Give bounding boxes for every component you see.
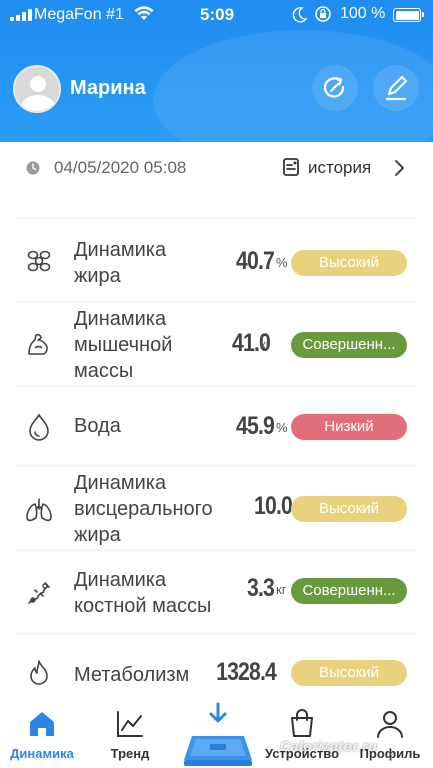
person-icon	[377, 711, 403, 738]
user-name: Марина	[70, 77, 146, 99]
battery-percent: 100 %	[340, 5, 386, 22]
metric-row-visceral-fat[interactable]: Динамика висцерального жира 10.0 Высокий	[16, 466, 417, 550]
metric-row-fat[interactable]: Динамика жира 40.7 % Высокий	[16, 219, 417, 301]
home-icon	[30, 712, 54, 736]
cellular-signal-icon	[10, 9, 32, 21]
edit-profile-button[interactable]	[373, 65, 419, 111]
metric-label: Динамика жира	[74, 239, 167, 287]
weigh-scale-button[interactable]	[182, 700, 254, 768]
water-drop-icon	[29, 413, 49, 441]
status-badge: Совершенн...	[291, 578, 407, 604]
metric-row-water[interactable]: Вода 45.9 % Низкий	[16, 387, 417, 465]
lungs-icon	[26, 498, 52, 522]
status-badge: Низкий	[291, 414, 407, 440]
metric-unit: кг	[276, 582, 287, 597]
clock-icon	[26, 161, 40, 175]
status-badge: Высокий	[291, 660, 407, 686]
metric-label: Динамика мышечной массы	[74, 308, 173, 382]
status-badge: Высокий	[291, 496, 407, 522]
carrier-name: MegaFon #1	[34, 6, 124, 23]
metric-value: 40.7	[236, 247, 275, 275]
chevron-right-icon[interactable]	[394, 158, 406, 178]
metric-label: Метаболизм	[74, 664, 190, 686]
fat-icon	[27, 250, 51, 272]
history-link[interactable]: история	[308, 158, 371, 178]
metric-label: Вода	[74, 415, 121, 437]
tab-dynamics[interactable]: Динамика	[2, 708, 82, 761]
metric-row-bone-mass[interactable]: Динамика костной массы 3.3 кг Совершенн.…	[16, 551, 417, 633]
trend-chart-icon	[117, 711, 143, 737]
download-arrow-icon	[209, 702, 227, 723]
measurement-datetime: 04/05/2020 05:08	[54, 158, 187, 177]
share-icon	[323, 76, 345, 98]
metric-unit: %	[276, 255, 288, 270]
muscle-icon	[28, 333, 48, 355]
status-badge: Высокий	[291, 250, 407, 276]
metric-value: 45.9	[236, 412, 275, 440]
avatar[interactable]	[13, 65, 61, 113]
metric-unit: кг	[260, 337, 271, 352]
watermark: Calorizator.ru	[280, 738, 378, 754]
metric-row-metabolism[interactable]: Метаболизм 1328.4 Высокий	[16, 634, 417, 698]
tab-trend[interactable]: Тренд	[90, 708, 170, 761]
metric-value: 3.3	[246, 574, 275, 602]
do-not-disturb-icon	[292, 7, 308, 23]
bone-icon	[28, 582, 50, 604]
edit-icon	[385, 75, 408, 101]
battery-icon	[393, 8, 424, 22]
metric-label: Динамика висцерального жира	[74, 472, 213, 546]
rotation-lock-icon	[315, 6, 331, 22]
metric-value: 10.0	[254, 492, 293, 520]
measurement-date-bar: 04/05/2020 05:08 история	[16, 142, 417, 194]
wifi-icon	[134, 6, 154, 20]
metric-value: 1328.4	[216, 658, 277, 686]
metric-label: Динамика костной массы	[74, 569, 212, 617]
profile-header: MegaFon #1 5:09 100 % Марина	[0, 0, 433, 142]
flame-icon	[30, 660, 48, 685]
bag-icon	[291, 709, 313, 737]
metric-unit: %	[276, 420, 288, 435]
history-icon[interactable]	[282, 157, 300, 177]
status-badge: Совершенн...	[291, 332, 407, 358]
status-time: 5:09	[200, 5, 235, 24]
share-button[interactable]	[312, 65, 358, 111]
scale-icon	[184, 736, 252, 766]
metric-row-muscle[interactable]: Динамика мышечной массы 41.0 кг Совершен…	[16, 302, 417, 386]
status-bar: MegaFon #1 5:09 100 %	[0, 0, 433, 30]
